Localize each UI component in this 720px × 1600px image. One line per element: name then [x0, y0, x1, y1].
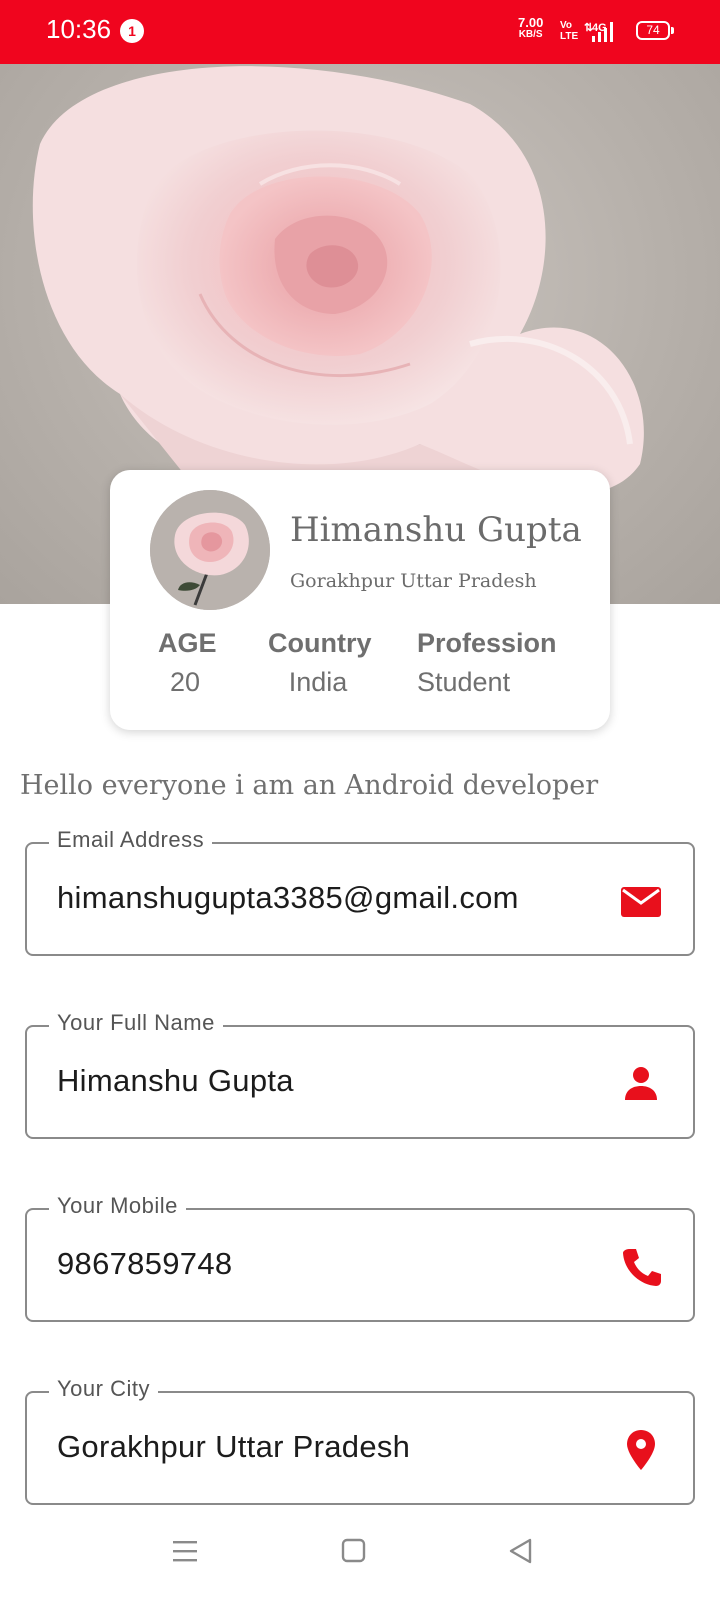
menu-icon[interactable] [172, 1538, 198, 1564]
mobile-field[interactable]: Your Mobile 9867859748 [25, 1193, 695, 1322]
volte-indicator: Vo LTE [560, 20, 579, 42]
stat-profession: Profession Student [417, 628, 557, 698]
phone-icon[interactable] [619, 1245, 663, 1289]
field-label: Your City [49, 1376, 158, 1402]
email-icon[interactable] [619, 879, 663, 923]
status-time: 10:36 [46, 14, 112, 44]
navigation-bar [0, 1510, 720, 1600]
stat-value: India [288, 667, 348, 697]
stat-label: AGE [158, 628, 217, 658]
signal-icon: ⇅ 4G [584, 22, 613, 42]
status-bar: 10:36 1 7.00 KB/S Vo LTE ⇅ 4G 74 [0, 0, 720, 64]
profile-name: Himanshu Gupta [290, 510, 582, 550]
field-label: Email Address [49, 827, 213, 853]
field-value[interactable]: himanshugupta3385@gmail.com [57, 880, 519, 916]
stat-label: Profession [417, 628, 557, 658]
battery-indicator: 74 [636, 21, 674, 40]
person-icon[interactable] [619, 1062, 663, 1106]
avatar[interactable] [150, 490, 270, 610]
network-speed: 7.00 KB/S [518, 15, 544, 40]
stat-label: Country [268, 628, 372, 658]
back-triangle-icon[interactable] [508, 1538, 534, 1564]
notification-badge: 1 [120, 19, 144, 43]
field-value[interactable]: Himanshu Gupta [57, 1063, 294, 1099]
email-field[interactable]: Email Address himanshugupta3385@gmail.co… [25, 827, 695, 956]
stat-value: Student [417, 667, 511, 697]
field-value[interactable]: 9867859748 [57, 1246, 232, 1282]
stat-value: 20 [169, 667, 201, 697]
home-square-icon[interactable] [341, 1538, 367, 1564]
field-value[interactable]: Gorakhpur Uttar Pradesh [57, 1429, 410, 1465]
stat-country: Country India [268, 628, 372, 698]
city-field[interactable]: Your City Gorakhpur Uttar Pradesh [25, 1376, 695, 1505]
avatar-rose-image [150, 490, 270, 610]
full-name-field[interactable]: Your Full Name Himanshu Gupta [25, 1010, 695, 1139]
location-pin-icon[interactable] [619, 1428, 663, 1472]
field-label: Your Full Name [49, 1010, 223, 1036]
field-label: Your Mobile [49, 1193, 186, 1219]
profile-card: Himanshu Gupta Gorakhpur Uttar Pradesh A… [110, 470, 610, 730]
bio-text: Hello everyone i am an Android developer [20, 770, 599, 801]
stat-age: AGE 20 [158, 628, 217, 698]
profile-location: Gorakhpur Uttar Pradesh [290, 570, 537, 592]
